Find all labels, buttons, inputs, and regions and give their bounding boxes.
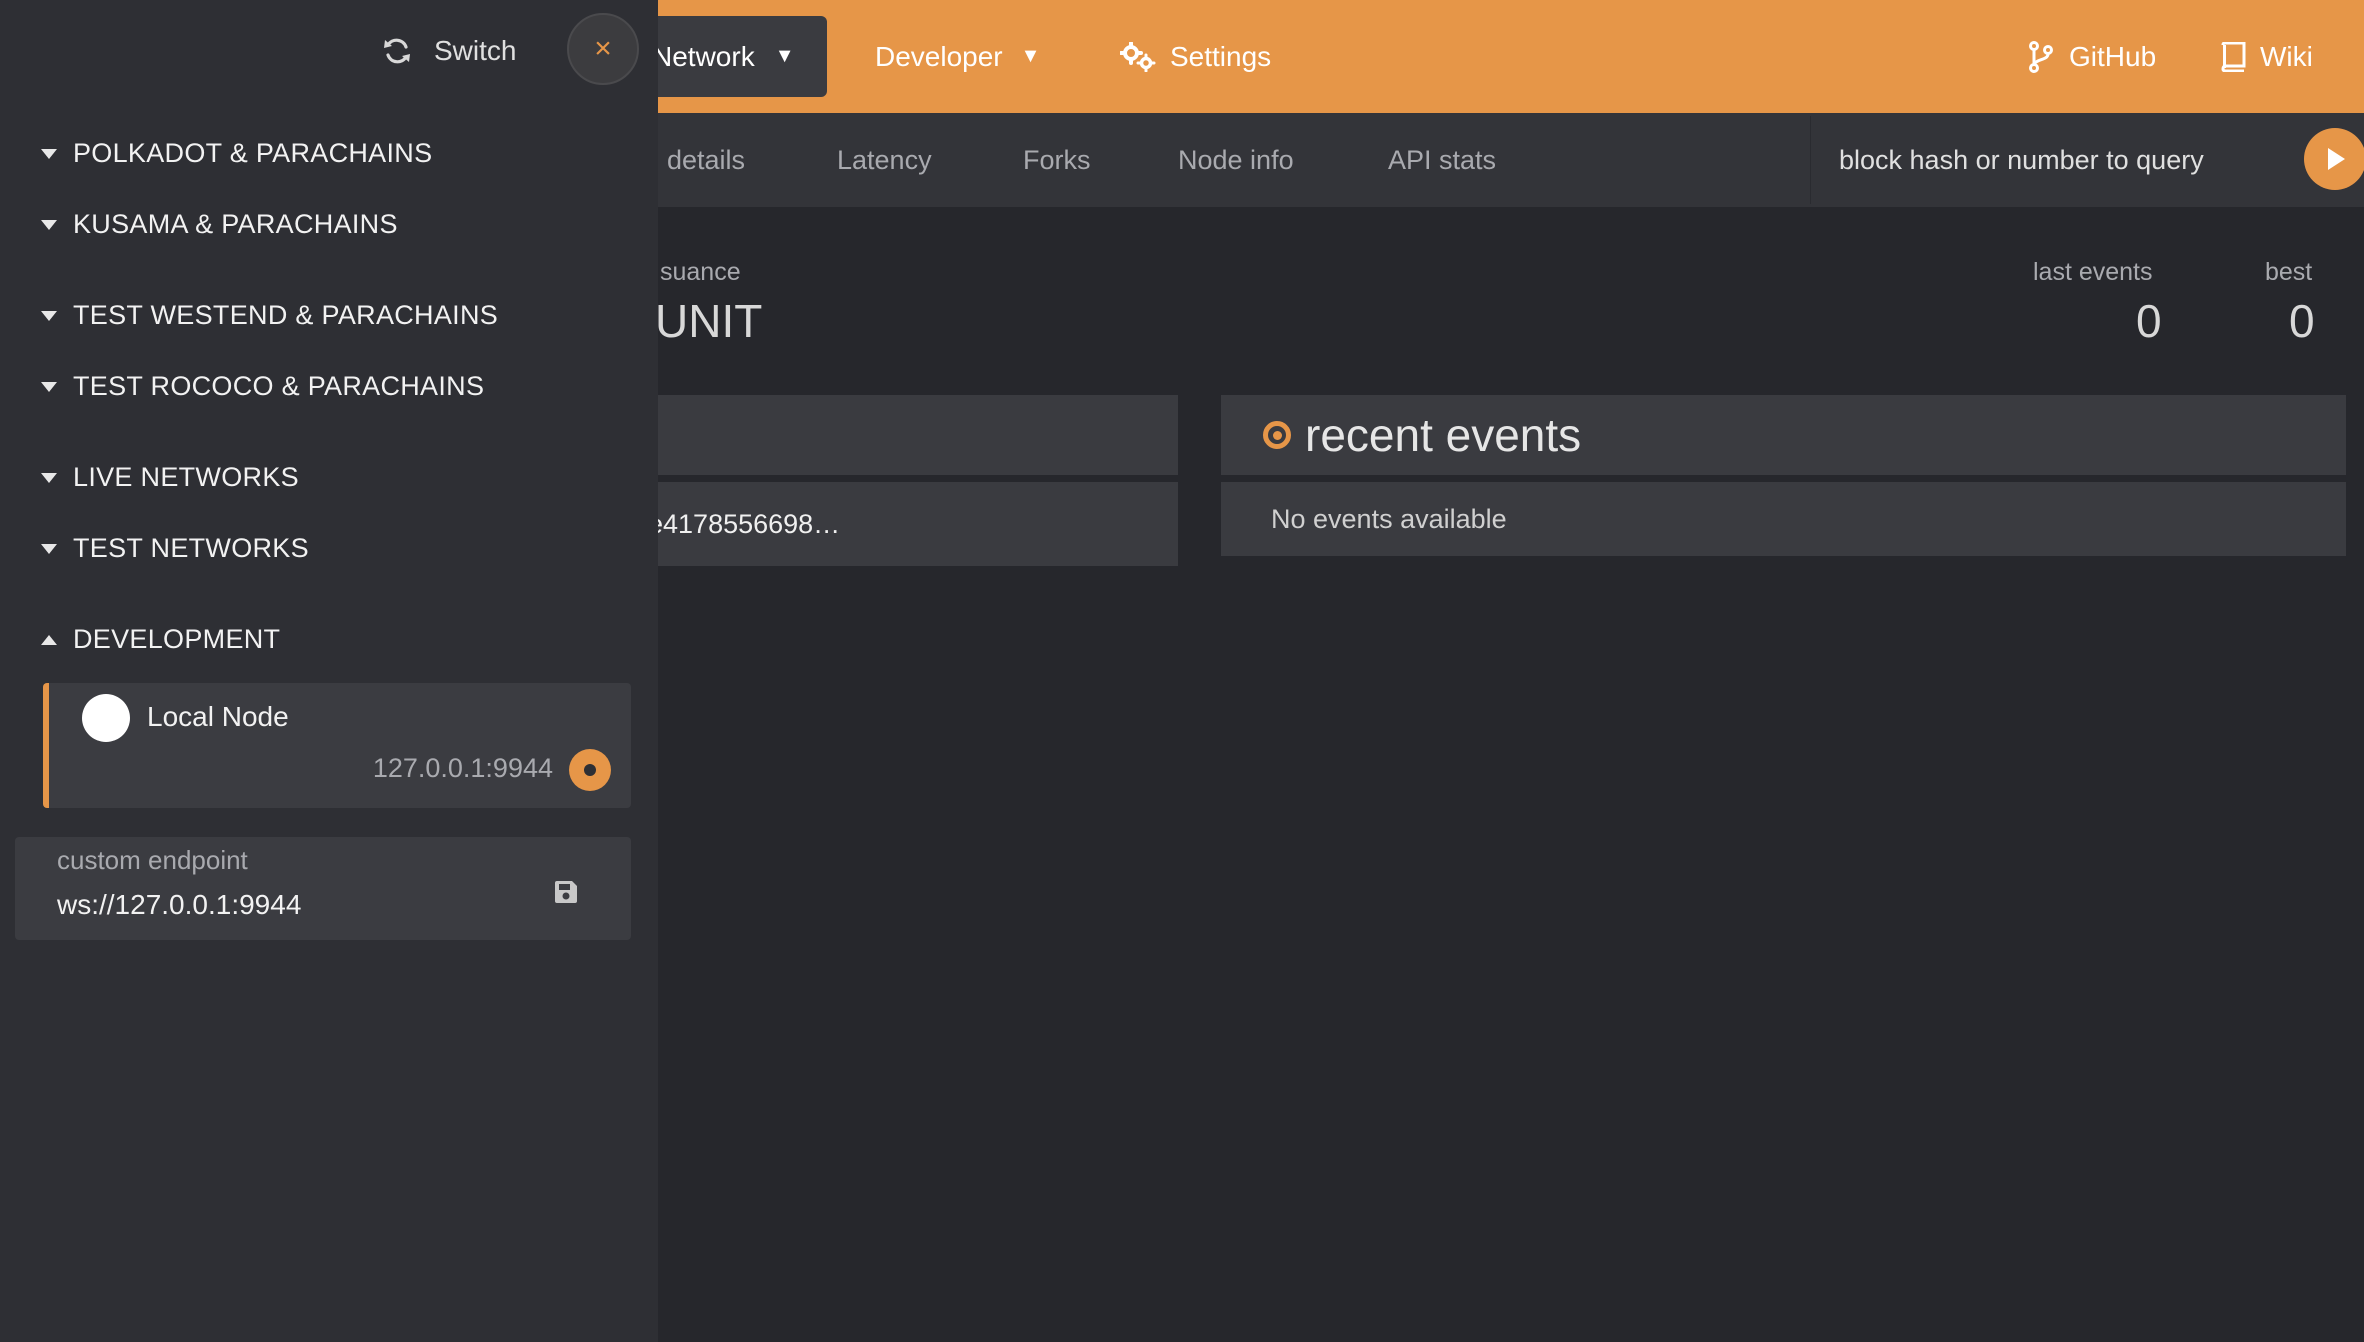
wiki-label: Wiki <box>2260 40 2313 72</box>
tab-details[interactable]: details <box>667 113 745 207</box>
recent-events-empty-row: No events available <box>1221 482 2346 556</box>
recent-blocks-header <box>600 395 1178 475</box>
chevron-down-icon <box>41 381 57 392</box>
close-icon: × <box>594 32 612 65</box>
selected-radio-icon[interactable] <box>569 749 611 791</box>
chevron-down-icon <box>41 472 57 483</box>
tab-forks[interactable]: Forks <box>1023 113 1091 207</box>
play-icon <box>2328 148 2345 170</box>
settings-menu-button[interactable]: Settings <box>1120 0 1271 113</box>
group-label: KUSAMA & PARACHAINS <box>73 209 398 239</box>
github-label: GitHub <box>2069 40 2157 72</box>
chevron-down-icon <box>41 219 57 230</box>
group-label: LIVE NETWORKS <box>73 462 299 492</box>
group-polkadot[interactable]: POLKADOT & PARACHAINS <box>41 138 432 169</box>
tab-api-stats[interactable]: API stats <box>1388 113 1496 207</box>
chevron-down-icon <box>41 148 57 159</box>
group-label: TEST ROCOCO & PARACHAINS <box>73 371 485 401</box>
app-root: Network ▼ Developer ▼ Settings GitHub Wi… <box>0 0 2364 1342</box>
chevron-down-icon <box>41 543 57 554</box>
block-row[interactable]: e4178556698… <box>600 482 1178 566</box>
github-link[interactable]: GitHub <box>2027 0 2156 113</box>
custom-endpoint-value[interactable]: ws://127.0.0.1:9944 <box>57 889 301 921</box>
group-label: POLKADOT & PARACHAINS <box>73 138 433 168</box>
settings-menu-label: Settings <box>1170 40 1272 72</box>
chevron-down-icon: ▼ <box>1020 45 1041 67</box>
wiki-link[interactable]: Wiki <box>2220 0 2313 113</box>
no-events-text: No events available <box>1271 503 1507 534</box>
local-node-option[interactable]: Local Node 127.0.0.1:9944 <box>43 683 631 808</box>
switch-label: Switch <box>434 35 517 66</box>
chevron-down-icon: ▼ <box>774 45 795 67</box>
group-test-networks[interactable]: TEST NETWORKS <box>41 533 309 564</box>
chevron-up-icon <box>41 634 57 645</box>
last-events-label: last events <box>2033 258 2153 286</box>
issuance-label: suance <box>660 258 741 286</box>
refresh-icon <box>384 38 410 64</box>
block-query-input[interactable]: block hash or number to query <box>1810 116 2300 204</box>
block-hash: e4178556698… <box>648 508 841 539</box>
recent-events-title: recent events <box>1305 409 1582 461</box>
cogs-icon <box>1120 41 1156 72</box>
developer-menu-label: Developer <box>875 40 1003 72</box>
best-value: 0 <box>2289 295 2315 347</box>
save-icon[interactable] <box>553 879 579 905</box>
book-icon <box>2221 41 2246 72</box>
query-submit-button[interactable] <box>2304 128 2364 190</box>
custom-endpoint-label: custom endpoint <box>57 845 248 875</box>
issuance-value: UNIT <box>655 295 763 347</box>
group-rococo[interactable]: TEST ROCOCO & PARACHAINS <box>41 371 484 402</box>
close-sidebar-button[interactable]: × <box>567 13 639 85</box>
node-name: Local Node <box>147 701 289 732</box>
events-status-icon <box>1263 421 1291 449</box>
tab-node-info[interactable]: Node info <box>1178 113 1294 207</box>
group-label: TEST WESTEND & PARACHAINS <box>73 300 499 330</box>
node-logo-icon <box>82 694 130 742</box>
tab-latency[interactable]: Latency <box>837 113 932 207</box>
git-branch-icon <box>2029 40 2053 73</box>
network-switch-sidebar: Switch × POLKADOT & PARACHAINS KUSAMA & … <box>0 0 658 1342</box>
switch-button[interactable]: Switch <box>382 24 516 78</box>
block-query-placeholder: block hash or number to query <box>1839 144 2204 175</box>
group-westend[interactable]: TEST WESTEND & PARACHAINS <box>41 300 498 331</box>
network-menu-label: Network <box>652 40 755 72</box>
group-live-networks[interactable]: LIVE NETWORKS <box>41 462 299 493</box>
developer-menu-button[interactable]: Developer ▼ <box>875 0 1040 113</box>
group-label: DEVELOPMENT <box>73 624 281 654</box>
node-url: 127.0.0.1:9944 <box>372 753 553 783</box>
group-label: TEST NETWORKS <box>73 533 309 563</box>
recent-events-header: recent events <box>1221 395 2346 475</box>
best-label: best <box>2265 258 2313 286</box>
chevron-down-icon <box>41 310 57 321</box>
last-events-value: 0 <box>2136 295 2162 347</box>
custom-endpoint-field[interactable]: custom endpoint ws://127.0.0.1:9944 <box>15 837 631 940</box>
group-kusama[interactable]: KUSAMA & PARACHAINS <box>41 209 398 240</box>
group-development[interactable]: DEVELOPMENT <box>41 624 280 655</box>
